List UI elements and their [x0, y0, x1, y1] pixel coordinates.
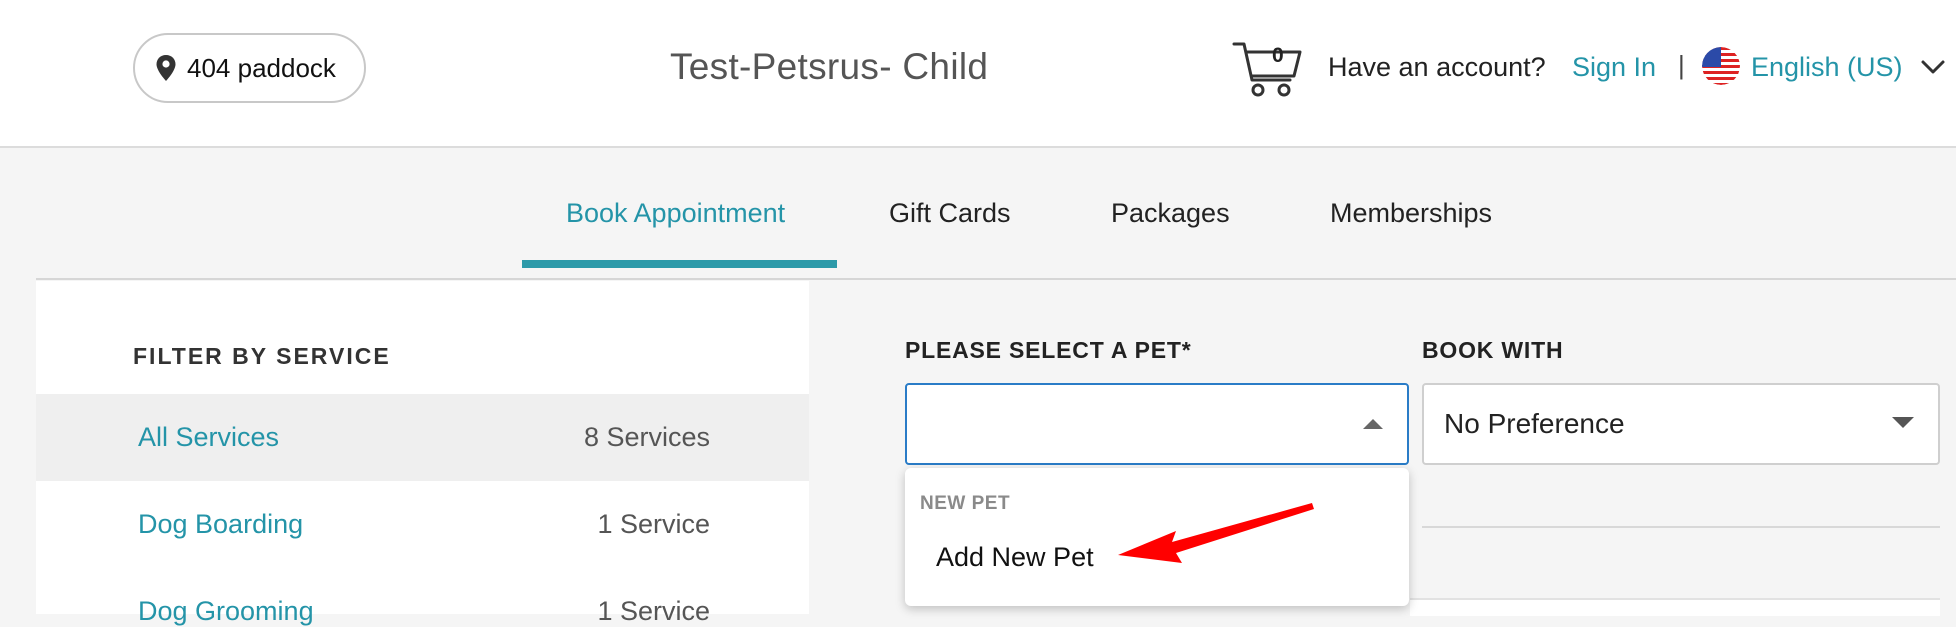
location-label: 404 paddock: [187, 52, 336, 83]
content-card: [1410, 598, 1940, 616]
pet-select-label: PLEASE SELECT A PET*: [905, 337, 1192, 363]
chevron-down-icon[interactable]: [1920, 58, 1946, 76]
add-new-pet-option[interactable]: Add New Pet: [936, 542, 1094, 573]
divider: [1422, 526, 1940, 528]
map-pin-icon: [156, 55, 176, 81]
caret-up-icon[interactable]: [1363, 419, 1383, 429]
cart-icon[interactable]: [1232, 40, 1304, 98]
tab-packages[interactable]: Packages: [1111, 198, 1230, 229]
active-tab-indicator: [522, 260, 837, 268]
tab-memberships[interactable]: Memberships: [1330, 198, 1492, 229]
service-name-dog-boarding[interactable]: Dog Boarding: [138, 509, 303, 540]
language-selector[interactable]: English (US): [1751, 52, 1903, 83]
service-count-all: 8 Services: [583, 422, 710, 452]
pet-select[interactable]: [905, 383, 1409, 465]
sign-in-link[interactable]: Sign In: [1572, 52, 1656, 83]
caret-down-icon[interactable]: [1892, 417, 1914, 428]
dropdown-group-label: NEW PET: [920, 493, 1011, 514]
tab-gift-cards[interactable]: Gift Cards: [889, 198, 1011, 229]
us-flag-icon: [1702, 47, 1740, 85]
service-name-all[interactable]: All Services: [138, 422, 279, 453]
book-with-select[interactable]: No Preference: [1422, 383, 1940, 465]
cart-count-badge: 0: [1272, 44, 1284, 67]
service-name-dog-grooming[interactable]: Dog Grooming: [138, 596, 314, 627]
header-separator: |: [1678, 50, 1685, 80]
location-selector[interactable]: 404 paddock: [133, 33, 366, 103]
service-count-dog-grooming: 1 Service: [597, 596, 710, 626]
annotation-arrow: [1118, 503, 1314, 563]
service-count-dog-boarding: 1 Service: [597, 509, 710, 539]
book-with-label: BOOK WITH: [1422, 337, 1564, 363]
book-with-value: No Preference: [1444, 408, 1625, 439]
store-title: Test-Petsrus- Child: [670, 46, 989, 87]
tab-book-appointment[interactable]: Book Appointment: [566, 198, 785, 229]
account-prompt: Have an account?: [1328, 52, 1546, 82]
filter-title: FILTER BY SERVICE: [133, 343, 391, 369]
